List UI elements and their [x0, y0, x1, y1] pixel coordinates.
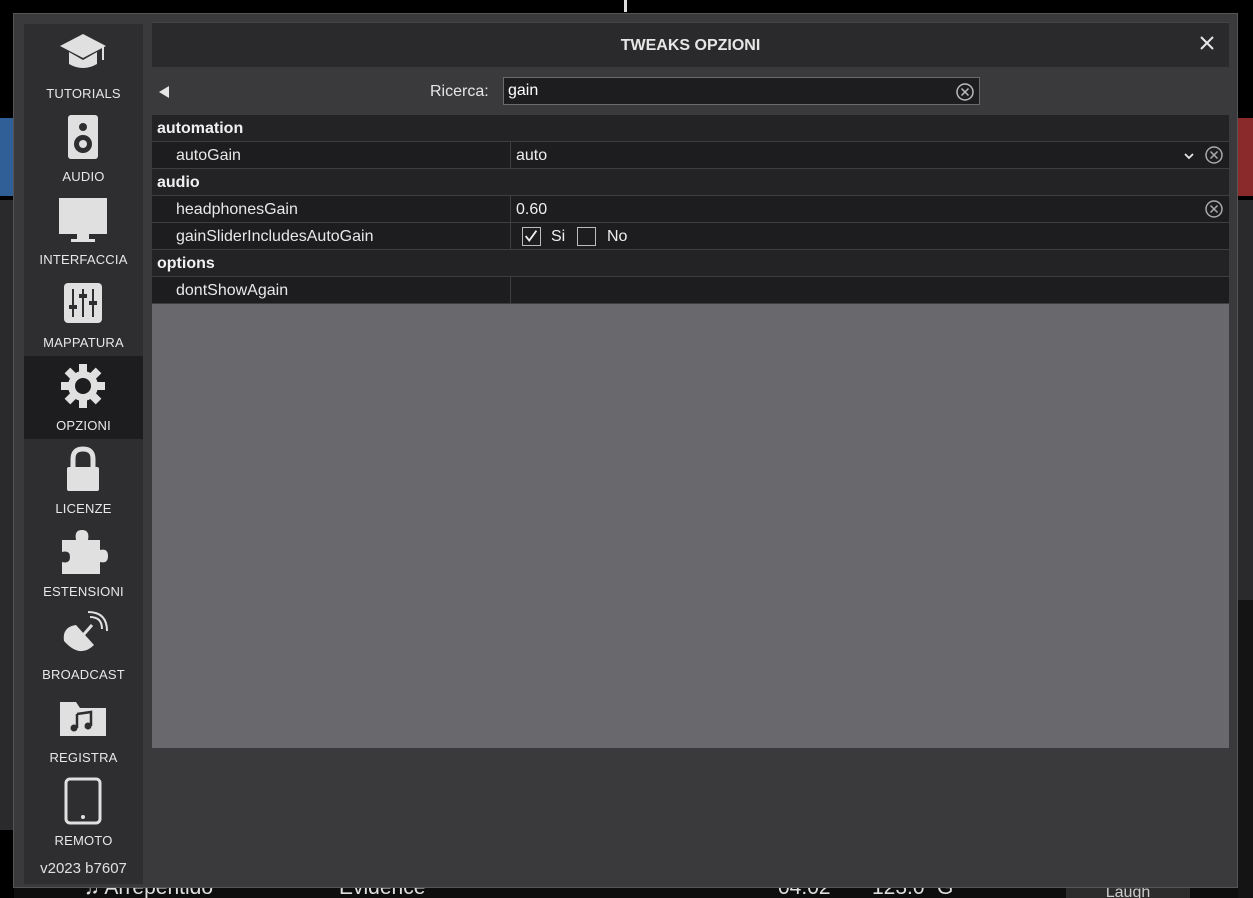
satellite-dish-icon — [58, 611, 108, 659]
sidebar-item-audio[interactable]: AUDIO — [24, 107, 143, 190]
sliders-icon — [58, 279, 108, 327]
background-deck-right — [1238, 118, 1253, 196]
search-label: Ricerca: — [430, 83, 489, 100]
option-value: 0.60 — [516, 201, 548, 218]
sidebar-item-label: AUDIO — [62, 169, 105, 184]
sidebar-item-registra[interactable]: REGISTRA — [24, 688, 143, 771]
gear-icon — [58, 362, 108, 410]
option-value-field[interactable]: 0.60 — [510, 196, 1229, 222]
dialog-title: TWEAKS OPZIONI — [620, 37, 761, 54]
music-folder-icon — [58, 694, 108, 742]
option-row-autogain: autoGain auto — [152, 142, 1229, 169]
version-label: v2023 b7607 — [40, 860, 127, 877]
close-icon[interactable] — [1197, 33, 1217, 53]
option-name: headphonesGain — [176, 201, 298, 218]
sidebar-item-interfaccia[interactable]: INTERFACCIA — [24, 190, 143, 273]
sidebar-item-label: BROADCAST — [42, 667, 125, 682]
dialog-titlebar: TWEAKS OPZIONI — [152, 22, 1229, 67]
background-right-lower — [1238, 600, 1253, 898]
puzzle-icon — [58, 528, 108, 576]
background-right-strip — [1238, 200, 1253, 600]
monitor-icon — [58, 196, 108, 244]
group-title: audio — [157, 174, 200, 191]
sidebar-item-estensioni[interactable]: ESTENSIONI — [24, 522, 143, 605]
option-name: dontShowAgain — [176, 282, 289, 299]
sidebar-item-label: OPZIONI — [56, 418, 111, 433]
search-box — [503, 77, 980, 105]
option-value-yesno: Si No — [510, 223, 1229, 249]
option-row-dontshowagain: dontShowAgain — [152, 277, 1229, 304]
sidebar-item-remoto[interactable]: REMOTO — [24, 771, 143, 854]
option-value-dropdown[interactable]: auto — [510, 142, 1229, 168]
checkbox-si[interactable] — [522, 227, 541, 246]
option-row-headphonesgain: headphonesGain 0.60 — [152, 196, 1229, 223]
sidebar-item-label: REMOTO — [54, 833, 113, 848]
sidebar-item-broadcast[interactable]: BROADCAST — [24, 605, 143, 688]
reset-icon[interactable] — [1204, 145, 1224, 165]
sidebar-item-licenze[interactable]: LICENZE — [24, 439, 143, 522]
settings-dialog: TUTORIALS AUDIO INTERFACCIA MAPPATURA OP… — [13, 13, 1238, 888]
group-header-options: options — [152, 250, 1229, 277]
speaker-icon — [58, 113, 108, 161]
option-name: autoGain — [176, 147, 241, 164]
chevron-down-icon[interactable] — [1183, 149, 1195, 161]
checkbox-si-label: Si — [551, 228, 566, 245]
sidebar-item-label: LICENZE — [55, 501, 112, 516]
lock-icon — [58, 445, 108, 493]
background-left-strip — [0, 200, 14, 830]
sidebar-item-label: REGISTRA — [49, 750, 118, 765]
group-title: automation — [157, 120, 244, 137]
sidebar-item-mappatura[interactable]: MAPPATURA — [24, 273, 143, 356]
settings-sidebar: TUTORIALS AUDIO INTERFACCIA MAPPATURA OP… — [24, 24, 143, 884]
group-header-audio: audio — [152, 169, 1229, 196]
sidebar-item-label: TUTORIALS — [46, 86, 121, 101]
option-value-field[interactable] — [510, 277, 1229, 303]
back-arrow-icon[interactable] — [157, 84, 171, 100]
group-header-automation: automation — [152, 115, 1229, 142]
option-value: auto — [516, 147, 548, 164]
sidebar-item-label: INTERFACCIA — [39, 252, 128, 267]
graduation-cap-icon — [58, 30, 108, 78]
search-input[interactable] — [508, 81, 948, 101]
reset-icon[interactable] — [1204, 199, 1224, 219]
background-divider — [624, 0, 627, 12]
sidebar-item-opzioni[interactable]: OPZIONI — [24, 356, 143, 439]
checkbox-no-label: No — [607, 228, 628, 245]
sidebar-item-label: MAPPATURA — [43, 335, 124, 350]
group-title: options — [157, 255, 215, 272]
clear-search-icon[interactable] — [955, 82, 975, 102]
option-row-gainsliderincludesautogain: gainSliderIncludesAutoGain Si No — [152, 223, 1229, 250]
checkbox-no[interactable] — [577, 227, 596, 246]
sidebar-item-tutorials[interactable]: TUTORIALS — [24, 24, 143, 107]
option-name: gainSliderIncludesAutoGain — [176, 228, 374, 245]
sidebar-item-label: ESTENSIONI — [43, 584, 124, 599]
options-list: automation autoGain auto audio headphone… — [152, 115, 1229, 748]
background-deck-left — [0, 118, 14, 196]
tablet-icon — [58, 777, 108, 825]
